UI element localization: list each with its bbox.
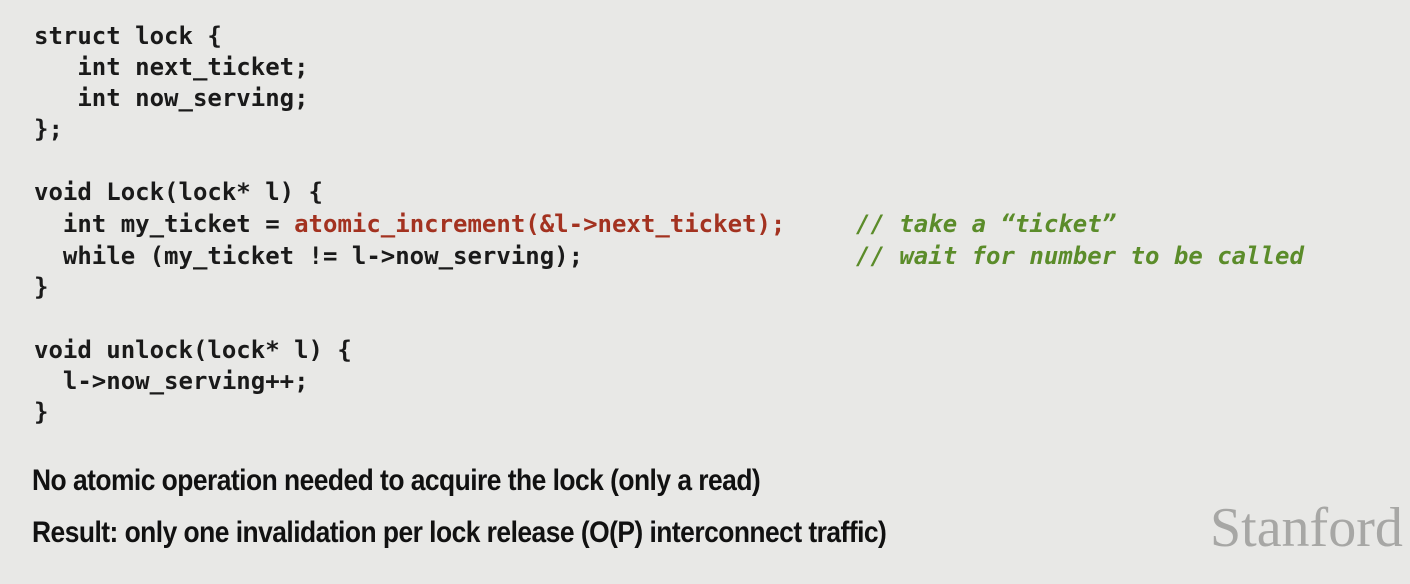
text-no-atomic-operation: No atomic operation needed to acquire th… <box>32 464 761 497</box>
code-line-struct-end: }; <box>34 115 63 143</box>
code-line-while: while (my_ticket != l->now_serving); <box>34 242 584 270</box>
code-my-ticket-prefix: int my_ticket = <box>34 210 295 238</box>
stanford-logo: Stanford <box>1210 497 1403 559</box>
comment-take-ticket: // take a “ticket” <box>856 210 1117 238</box>
code-atomic-increment: atomic_increment(&l->next_ticket); <box>294 210 786 238</box>
comment-wait-for-number: // wait for number to be called <box>856 242 1304 270</box>
code-line-my-ticket: int my_ticket = atomic_increment(&l->nex… <box>34 208 785 240</box>
code-line-struct: struct lock { <box>34 22 222 50</box>
code-line-unlock-end: } <box>34 398 49 426</box>
code-line-now-serving: int now_serving; <box>34 84 309 112</box>
code-line-next-ticket: int next_ticket; <box>34 53 309 81</box>
code-line-lock-signature: void Lock(lock* l) { <box>34 178 323 206</box>
code-line-now-serving-increment: l->now_serving++; <box>34 367 309 395</box>
code-line-lock-end: } <box>34 273 49 301</box>
code-line-unlock-signature: void unlock(lock* l) { <box>34 336 352 364</box>
text-result-invalidation: Result: only one invalidation per lock r… <box>32 516 887 549</box>
